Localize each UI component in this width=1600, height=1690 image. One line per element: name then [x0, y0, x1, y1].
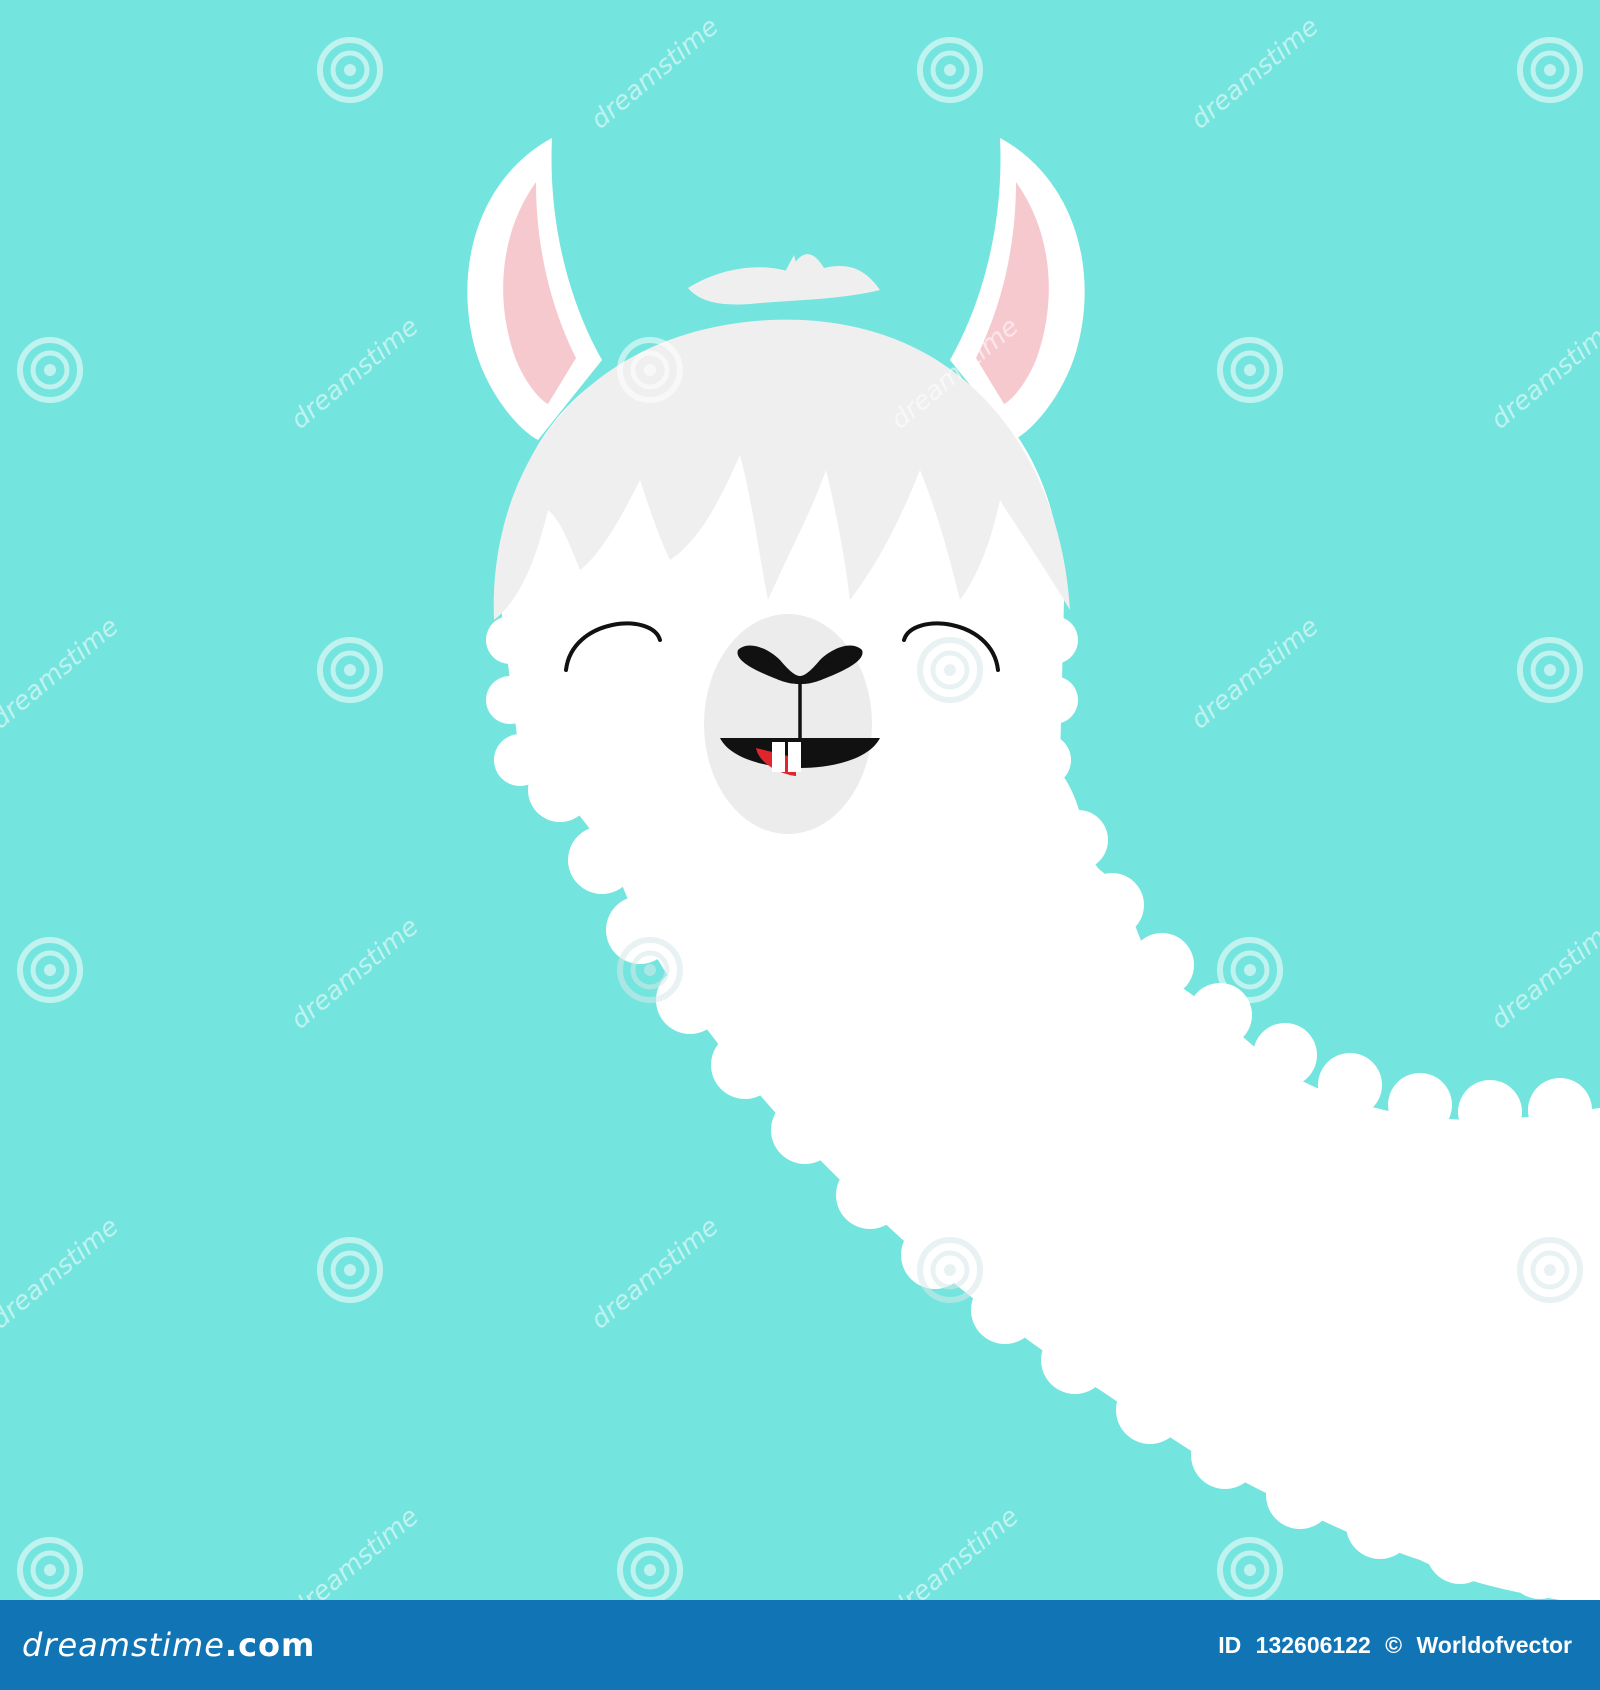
- image-credit: ID 132606122 © Worldofvector: [1210, 1632, 1572, 1659]
- id-label: ID: [1218, 1631, 1242, 1658]
- teeth: [772, 742, 785, 772]
- copyright-symbol: ©: [1385, 1631, 1403, 1658]
- brand-logo: dreamstime.com: [22, 1626, 315, 1664]
- stock-image: dreamstime dreamstime dreamstime dreamst…: [0, 0, 1600, 1690]
- author-name: Worldofvector: [1416, 1631, 1572, 1658]
- id-value: 132606122: [1255, 1631, 1371, 1658]
- brand-name: dreamstime: [22, 1626, 225, 1664]
- footer-bar: dreamstime.com ID 132606122 © Worldofvec…: [0, 1600, 1600, 1690]
- brand-suffix: .com: [224, 1626, 316, 1664]
- llama-illustration: dreamstime dreamstime dreamstime dreamst…: [0, 0, 1600, 1600]
